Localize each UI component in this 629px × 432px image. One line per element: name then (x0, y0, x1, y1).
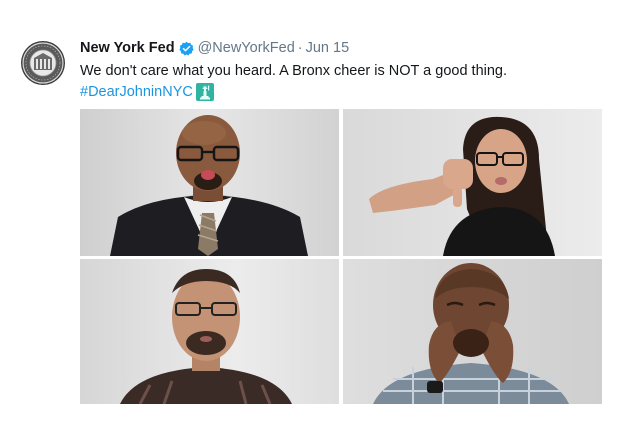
avatar[interactable] (20, 40, 66, 86)
statue-of-liberty-icon (195, 83, 214, 101)
verified-badge-icon (178, 41, 194, 56)
tweet-date[interactable]: Jun 15 (306, 40, 350, 56)
federal-reserve-seal-icon (21, 41, 65, 85)
tweet-header: New York Fed @NewYorkFed · Jun 15 (80, 38, 349, 58)
tweet: New York Fed @NewYorkFed · Jun 15 We don… (0, 0, 629, 432)
hashtag-line: #DearJohninNYC (80, 82, 214, 102)
photo-2[interactable] (343, 109, 602, 256)
photo-3[interactable] (80, 259, 339, 404)
hashtag-link[interactable]: #DearJohninNYC (80, 82, 193, 102)
tweet-text: We don't care what you heard. A Bronx ch… (80, 63, 508, 79)
media-grid (80, 109, 602, 404)
photo-1[interactable] (80, 109, 339, 256)
separator-dot: · (297, 40, 303, 56)
photo-4[interactable] (343, 259, 602, 404)
handle[interactable]: @NewYorkFed (198, 40, 295, 56)
display-name[interactable]: New York Fed (80, 40, 175, 56)
